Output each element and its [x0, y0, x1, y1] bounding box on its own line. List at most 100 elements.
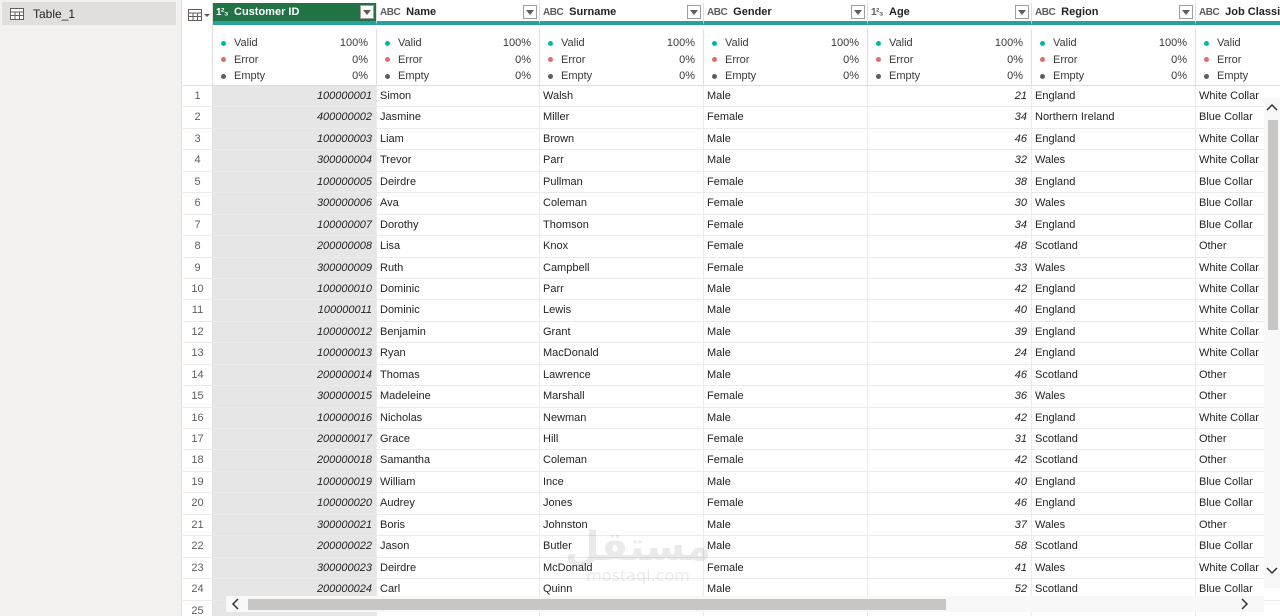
cell-region[interactable]: England [1032, 493, 1196, 515]
cell-age[interactable]: 41 [868, 557, 1032, 580]
cell-age[interactable]: 46 [868, 493, 1032, 515]
cell-id[interactable]: 200000008 [213, 236, 377, 258]
cell-age[interactable]: 38 [868, 171, 1032, 194]
cell-surname[interactable]: Campbell [540, 257, 704, 279]
cell-name[interactable]: Boris [377, 514, 540, 537]
cell-id[interactable]: 300000023 [213, 557, 377, 580]
cell-name[interactable]: Nicholas [377, 407, 540, 429]
cell-name[interactable]: William [377, 471, 540, 494]
cell-age[interactable]: 46 [868, 364, 1032, 387]
cell-gender[interactable]: Female [704, 214, 868, 237]
cell-surname[interactable]: Coleman [540, 193, 704, 215]
column-header-name[interactable]: ABC Name [377, 3, 540, 25]
row-number[interactable]: 18 [183, 450, 213, 472]
cell-age[interactable]: 36 [868, 386, 1032, 408]
filter-dropdown-icon[interactable] [851, 5, 865, 19]
cell-id[interactable]: 200000017 [213, 429, 377, 451]
row-number[interactable]: 23 [183, 557, 213, 580]
cell-name[interactable]: Benjamin [377, 321, 540, 344]
row-number[interactable]: 6 [183, 193, 213, 215]
cell-id[interactable]: 100000007 [213, 214, 377, 237]
cell-id[interactable]: 100000010 [213, 278, 377, 301]
cell-name[interactable]: Ava [377, 193, 540, 215]
cell-gender[interactable]: Male [704, 150, 868, 172]
cell-gender[interactable]: Female [704, 493, 868, 515]
cell-id[interactable]: 300000004 [213, 150, 377, 172]
row-number[interactable]: 7 [183, 214, 213, 237]
cell-region[interactable]: Northern Ireland [1032, 107, 1196, 129]
cell-age[interactable]: 32 [868, 150, 1032, 172]
cell-id[interactable]: 100000016 [213, 407, 377, 429]
cell-region[interactable]: Scotland [1032, 450, 1196, 472]
cell-region[interactable]: Wales [1032, 557, 1196, 580]
cell-surname[interactable]: MacDonald [540, 343, 704, 365]
row-number[interactable]: 12 [183, 321, 213, 344]
cell-age[interactable]: 42 [868, 407, 1032, 429]
filter-dropdown-icon[interactable] [1015, 5, 1029, 19]
text-type-icon[interactable]: ABC [543, 7, 564, 18]
row-number[interactable]: 4 [183, 150, 213, 172]
cell-region[interactable]: England [1032, 343, 1196, 365]
text-type-icon[interactable]: ABC [1035, 7, 1056, 18]
cell-gender[interactable]: Female [704, 450, 868, 472]
cell-gender[interactable]: Female [704, 171, 868, 194]
cell-id[interactable]: 300000009 [213, 257, 377, 279]
cell-surname[interactable]: Coleman [540, 450, 704, 472]
cell-gender[interactable]: Male [704, 343, 868, 365]
cell-id[interactable]: 100000003 [213, 128, 377, 151]
cell-id[interactable]: 100000012 [213, 321, 377, 344]
column-header-gender[interactable]: ABC Gender [704, 3, 868, 25]
cell-region[interactable]: England [1032, 407, 1196, 429]
cell-gender[interactable]: Female [704, 236, 868, 258]
cell-id[interactable]: 200000018 [213, 450, 377, 472]
cell-surname[interactable]: Butler [540, 536, 704, 558]
filter-dropdown-icon[interactable] [523, 5, 537, 19]
cell-name[interactable]: Liam [377, 128, 540, 151]
cell-surname[interactable]: Marshall [540, 386, 704, 408]
cell-surname[interactable]: Lawrence [540, 364, 704, 387]
cell-gender[interactable]: Female [704, 557, 868, 580]
horizontal-scroll-thumb[interactable] [248, 599, 946, 610]
cell-age[interactable]: 39 [868, 321, 1032, 344]
cell-gender[interactable]: Female [704, 386, 868, 408]
cell-surname[interactable]: Walsh [540, 86, 704, 108]
row-number[interactable]: 8 [183, 236, 213, 258]
row-number[interactable]: 9 [183, 257, 213, 279]
cell-surname[interactable]: Johnston [540, 514, 704, 537]
cell-name[interactable]: Grace [377, 429, 540, 451]
cell-name[interactable]: Ryan [377, 343, 540, 365]
cell-id[interactable]: 100000020 [213, 493, 377, 515]
row-number[interactable]: 19 [183, 471, 213, 494]
cell-surname[interactable]: Pullman [540, 171, 704, 194]
cell-gender[interactable]: Male [704, 278, 868, 301]
cell-name[interactable]: Lisa [377, 236, 540, 258]
scroll-right-icon[interactable] [1238, 598, 1250, 610]
row-number[interactable]: 24 [183, 579, 213, 601]
cell-surname[interactable]: Jones [540, 493, 704, 515]
filter-dropdown-icon[interactable] [1179, 5, 1193, 19]
cell-age[interactable]: 31 [868, 429, 1032, 451]
column-header-job[interactable]: ABC Job Classifi [1196, 3, 1280, 25]
whole-number-type-icon[interactable]: 1²₃ [216, 7, 229, 18]
cell-region[interactable]: Wales [1032, 514, 1196, 537]
cell-gender[interactable]: Female [704, 107, 868, 129]
row-number[interactable]: 5 [183, 171, 213, 194]
cell-name[interactable]: Ruth [377, 257, 540, 279]
column-header-surname[interactable]: ABC Surname [540, 3, 704, 25]
cell-age[interactable]: 46 [868, 128, 1032, 151]
column-header-age[interactable]: 1²₃ Age [868, 3, 1032, 25]
cell-name[interactable]: Dorothy [377, 214, 540, 237]
cell-region[interactable]: Scotland [1032, 429, 1196, 451]
cell-region[interactable]: Wales [1032, 193, 1196, 215]
cell-surname[interactable]: Ince [540, 471, 704, 494]
cell-id[interactable]: 300000015 [213, 386, 377, 408]
cell-age[interactable]: 58 [868, 536, 1032, 558]
cell-id[interactable]: 400000002 [213, 107, 377, 129]
cell-age[interactable]: 37 [868, 514, 1032, 537]
cell-age[interactable]: 42 [868, 450, 1032, 472]
cell-name[interactable]: Thomas [377, 364, 540, 387]
cell-age[interactable]: 40 [868, 300, 1032, 322]
vertical-scrollbar[interactable] [1264, 98, 1280, 588]
cell-region[interactable]: England [1032, 128, 1196, 151]
vertical-scroll-thumb[interactable] [1268, 120, 1278, 330]
